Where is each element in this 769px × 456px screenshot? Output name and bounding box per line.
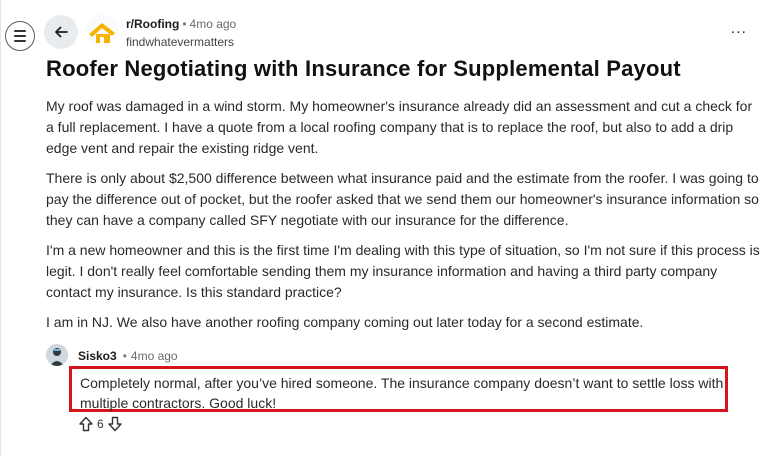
post-paragraph: My roof was damaged in a wind storm. My … — [46, 98, 753, 156]
post-age: 4mo ago — [189, 17, 237, 31]
vote-bar: 6 — [78, 416, 123, 432]
avatar[interactable] — [46, 344, 68, 366]
left-rail — [0, 0, 1, 456]
meta-separator: • — [182, 17, 187, 31]
more-options-icon[interactable]: ... — [731, 21, 747, 37]
comment-text: Completely normal, after you’ve hired so… — [80, 375, 724, 411]
post-title: Roofer Negotiating with Insurance for Su… — [46, 56, 681, 81]
upvote-icon[interactable] — [78, 416, 94, 432]
post-meta: r/Roofing • 4mo ago findwhatevermatters — [126, 16, 236, 50]
back-button[interactable] — [44, 15, 78, 49]
back-arrow-icon — [55, 26, 68, 38]
post-author[interactable]: findwhatevermatters — [126, 34, 236, 50]
post-paragraph: I'm a new homeowner and this is the firs… — [46, 242, 760, 300]
downvote-icon[interactable] — [107, 416, 123, 432]
post-body: My roof was damaged in a wind storm. My … — [46, 96, 762, 342]
subreddit-name[interactable]: r/Roofing — [126, 17, 179, 31]
comment-highlight-box: Completely normal, after you’ve hired so… — [69, 366, 728, 412]
comment-separator: • — [122, 349, 127, 363]
comment-age: 4mo ago — [130, 349, 178, 363]
comment-author[interactable]: Sisko3 — [78, 349, 117, 363]
post-paragraph: There is only about $2,500 difference be… — [46, 170, 759, 228]
subreddit-icon[interactable] — [86, 14, 118, 46]
comment-meta: Sisko3 • 4mo ago — [78, 348, 178, 364]
post-paragraph: I am in NJ. We also have another roofing… — [46, 314, 644, 330]
vote-score: 6 — [97, 417, 104, 431]
menu-icon[interactable] — [5, 21, 35, 51]
